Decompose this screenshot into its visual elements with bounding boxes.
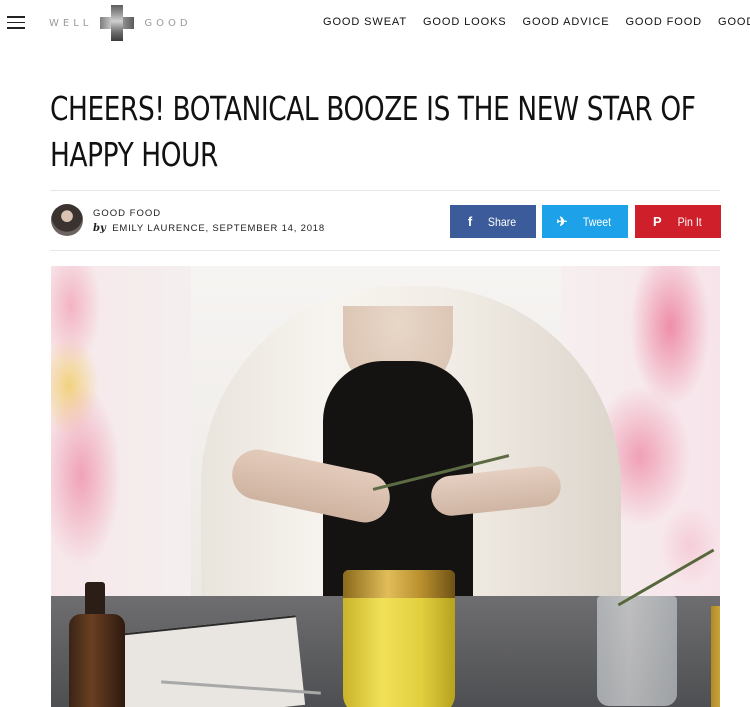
hamburger-menu-icon[interactable] bbox=[7, 16, 25, 30]
byline-by: by bbox=[93, 223, 106, 234]
facebook-share-button[interactable]: f Share bbox=[450, 205, 536, 238]
article-category-link[interactable]: GOOD FOOD bbox=[93, 208, 161, 219]
pinterest-share-button[interactable]: P Pin It bbox=[635, 205, 721, 238]
gold-glass-rim bbox=[343, 570, 455, 598]
nav-item-good-food[interactable]: GOOD FOOD bbox=[625, 16, 702, 28]
nav-item-good-ti[interactable]: GOOD TI bbox=[718, 16, 750, 28]
divider-bottom bbox=[50, 250, 720, 251]
twitter-share-label: Tweet bbox=[583, 214, 612, 229]
top-navigation-bar: WELL GOOD GOOD SWEAT GOOD LOOKS GOOD ADV… bbox=[0, 0, 750, 48]
article-title: CHEERS! BOTANICAL BOOZE IS THE NEW STAR … bbox=[50, 89, 696, 174]
byline-author-date[interactable]: EMILY LAURENCE, SEPTEMBER 14, 2018 bbox=[112, 223, 325, 234]
facebook-icon: f bbox=[467, 214, 473, 229]
bitters-bottle bbox=[69, 614, 125, 707]
nav-item-good-looks[interactable]: GOOD LOOKS bbox=[423, 16, 507, 28]
twitter-bird-icon: ✈ bbox=[556, 213, 568, 229]
site-logo[interactable]: WELL GOOD bbox=[49, 5, 199, 41]
logo-word-right: GOOD bbox=[144, 17, 192, 29]
facebook-share-label: Share bbox=[488, 214, 517, 229]
twitter-share-button[interactable]: ✈ Tweet bbox=[542, 205, 628, 238]
logo-cross-icon bbox=[100, 5, 135, 41]
hero-image bbox=[51, 266, 720, 707]
author-avatar[interactable] bbox=[51, 204, 83, 236]
pinterest-share-label: Pin It bbox=[677, 214, 702, 229]
divider-top bbox=[50, 190, 720, 191]
clear-tumbler bbox=[597, 596, 677, 706]
logo-word-left: WELL bbox=[49, 17, 93, 29]
article-byline: by EMILY LAURENCE, SEPTEMBER 14, 2018 bbox=[93, 223, 325, 234]
nav-item-good-advice[interactable]: GOOD ADVICE bbox=[523, 16, 610, 28]
main-nav: GOOD SWEAT GOOD LOOKS GOOD ADVICE GOOD F… bbox=[323, 16, 750, 28]
oil-bottle bbox=[711, 606, 720, 707]
nav-item-good-sweat[interactable]: GOOD SWEAT bbox=[323, 16, 407, 28]
pinterest-icon: P bbox=[652, 214, 662, 229]
